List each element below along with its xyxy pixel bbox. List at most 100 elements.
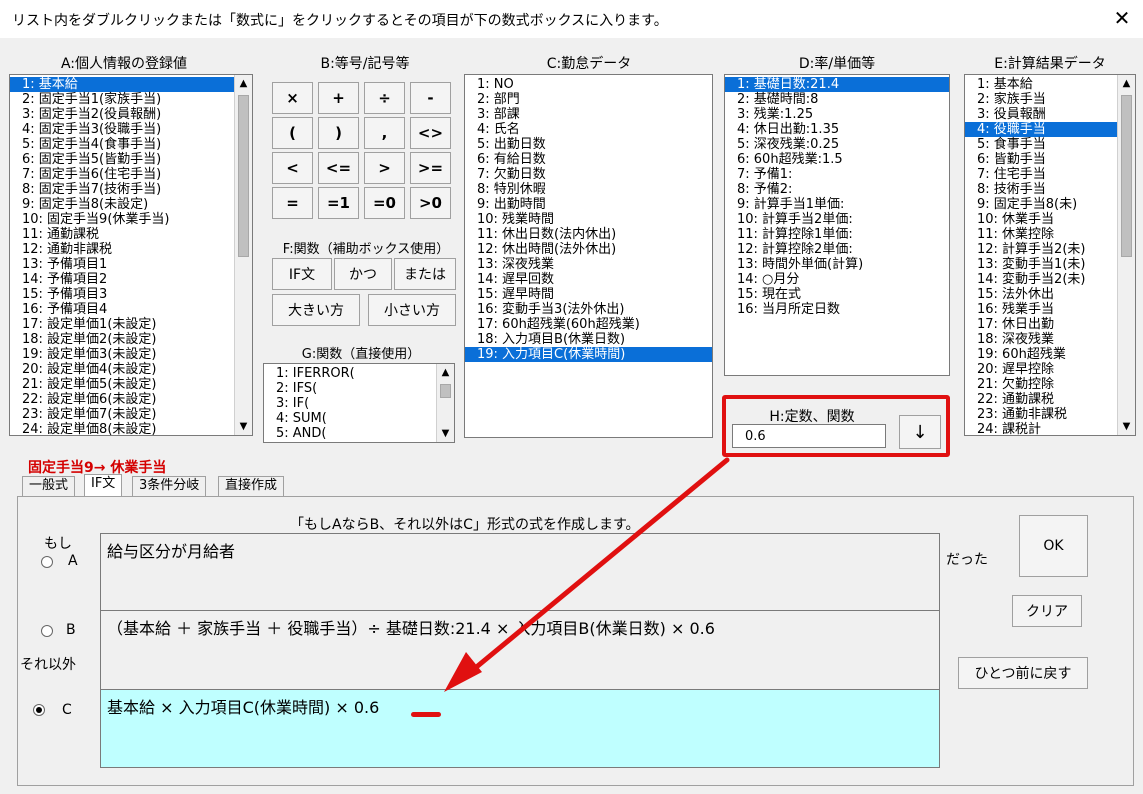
list-a-item[interactable]: 13: 予備項目1 [10,257,252,272]
and-function-button[interactable]: かつ [334,258,392,290]
ok-button[interactable]: OK [1019,515,1088,577]
list-e-item[interactable]: 6: 皆勤手当 [965,152,1135,167]
list-e-item[interactable]: 22: 通勤課税 [965,392,1135,407]
if-function-button[interactable]: IF文 [272,258,332,290]
list-c-attendance-data[interactable]: 1: NO 2: 部門 3: 部課 4: 氏名 5: 出勤日数 6: 有給日数 7: 欠勤日… [464,74,713,438]
list-a-item[interactable]: 4: 固定手当3(役職手当) [10,122,252,137]
list-a-item[interactable]: 5: 固定手当4(食事手当) [10,137,252,152]
undo-button[interactable]: ひとつ前に戻す [958,657,1088,689]
list-d-item[interactable]: 4: 休日出勤:1.35 [725,122,949,137]
list-a-item[interactable]: 15: 予備項目3 [10,287,252,302]
list-a-item[interactable]: 23: 設定単価7(未設定) [10,407,252,422]
operator-button[interactable]: <= [318,152,359,184]
list-c-item[interactable]: 3: 部課 [465,107,712,122]
list-c-item[interactable]: 8: 特別休暇 [465,182,712,197]
list-a-item[interactable]: 2: 固定手当1(家族手当) [10,92,252,107]
operator-button[interactable]: ) [318,117,359,149]
operator-button[interactable]: × [272,82,313,114]
list-c-item[interactable]: 9: 出勤時間 [465,197,712,212]
tab-three-branch[interactable]: 3条件分岐 [132,476,207,496]
tab-direct[interactable]: 直接作成 [218,476,285,496]
operator-button[interactable]: ( [272,117,313,149]
list-d-item[interactable]: 3: 残業:1.25 [725,107,949,122]
list-c-item[interactable]: 13: 深夜残業 [465,257,712,272]
list-a-item[interactable]: 8: 固定手当7(技術手当) [10,182,252,197]
or-function-button[interactable]: または [394,258,456,290]
list-c-item[interactable]: 17: 60h超残業(60h超残業) [465,317,712,332]
list-a-item[interactable]: 14: 予備項目2 [10,272,252,287]
list-e-item[interactable]: 15: 法外休出 [965,287,1135,302]
list-d-item[interactable]: 13: 時間外単価(計算) [725,257,949,272]
list-a-item[interactable]: 1: 基本給 [10,77,252,92]
list-e-item[interactable]: 21: 欠勤控除 [965,377,1135,392]
list-a-item[interactable]: 22: 設定単価6(未設定) [10,392,252,407]
scroll-down-icon[interactable]: ▼ [437,425,454,442]
list-e-item[interactable]: 20: 遅早控除 [965,362,1135,377]
list-c-item[interactable]: 2: 部門 [465,92,712,107]
list-e-item[interactable]: 23: 通勤非課税 [965,407,1135,422]
list-g-item[interactable]: 4: SUM( [264,411,454,426]
operator-button[interactable]: =1 [318,187,359,219]
list-a-item[interactable]: 19: 設定単価3(未設定) [10,347,252,362]
list-e-item[interactable]: 10: 休業手当 [965,212,1135,227]
list-g-item[interactable]: 5: AND( [264,426,454,441]
list-c-item[interactable]: 18: 入力項目B(休業日数) [465,332,712,347]
list-d-item[interactable]: 11: 計算控除1単価: [725,227,949,242]
list-c-item[interactable]: 10: 残業時間 [465,212,712,227]
operator-button[interactable]: = [272,187,313,219]
list-a-item[interactable]: 20: 設定単価4(未設定) [10,362,252,377]
list-a-item[interactable]: 3: 固定手当2(役員報酬) [10,107,252,122]
max-function-button[interactable]: 大きい方 [272,294,360,326]
list-a-item[interactable]: 21: 設定単価5(未設定) [10,377,252,392]
operator-button[interactable]: - [410,82,451,114]
list-e-calc-results[interactable]: 1: 基本給 2: 家族手当 3: 役員報酬 4: 役職手当 5: 食事手当 6: 皆勤手… [964,74,1136,436]
list-e-item[interactable]: 7: 住宅手当 [965,167,1135,182]
list-e-item[interactable]: 4: 役職手当 [965,122,1135,137]
operator-button[interactable]: =0 [364,187,405,219]
operator-button[interactable]: + [318,82,359,114]
scroll-up-icon[interactable]: ▲ [235,75,252,92]
list-a-item[interactable]: 18: 設定単価2(未設定) [10,332,252,347]
list-d-item[interactable]: 1: 基礎日数:21.4 [725,77,949,92]
list-e-item[interactable]: 16: 残業手当 [965,302,1135,317]
list-e-item[interactable]: 12: 計算手当2(未) [965,242,1135,257]
list-a-item[interactable]: 11: 通勤課税 [10,227,252,242]
scroll-thumb[interactable] [440,384,451,398]
list-g-item[interactable]: 2: IFS( [264,381,454,396]
clear-button[interactable]: クリア [1012,595,1082,627]
list-e-item[interactable]: 13: 変動手当1(未) [965,257,1135,272]
list-c-item[interactable]: 11: 休出日数(法内休出) [465,227,712,242]
formula-b-box[interactable]: （基本給 ＋ 家族手当 ＋ 役職手当）÷ 基礎日数:21.4 × 入力項目B(休… [100,610,940,690]
scroll-up-icon[interactable]: ▲ [1118,75,1135,92]
operator-button[interactable]: <> [410,117,451,149]
list-c-item[interactable]: 16: 変動手当3(法外休出) [465,302,712,317]
list-d-item[interactable]: 14: ○月分 [725,272,949,287]
scroll-thumb[interactable] [1121,95,1132,257]
list-c-item[interactable]: 1: NO [465,77,712,92]
list-e-item[interactable]: 9: 固定手当8(未) [965,197,1135,212]
operator-button[interactable]: >= [410,152,451,184]
list-c-item[interactable]: 15: 遅早時間 [465,287,712,302]
list-d-item[interactable]: 16: 当月所定日数 [725,302,949,317]
list-c-item[interactable]: 4: 氏名 [465,122,712,137]
tab-general[interactable]: 一般式 [22,476,76,496]
scroll-thumb[interactable] [238,95,249,257]
list-a-item[interactable]: 7: 固定手当6(住宅手当) [10,167,252,182]
scroll-down-icon[interactable]: ▼ [235,418,252,435]
list-a-item[interactable]: 17: 設定単価1(未設定) [10,317,252,332]
formula-c-box[interactable]: 基本給 × 入力項目C(休業時間) × 0.6 [100,689,940,768]
list-d-item[interactable]: 15: 現在式 [725,287,949,302]
list-a-item[interactable]: 12: 通勤非課税 [10,242,252,257]
list-d-item[interactable]: 10: 計算手当2単価: [725,212,949,227]
close-icon[interactable]: ✕ [1108,4,1136,32]
min-function-button[interactable]: 小さい方 [368,294,456,326]
list-d-item[interactable]: 12: 計算控除2単価: [725,242,949,257]
list-a-item[interactable]: 10: 固定手当9(休業手当) [10,212,252,227]
operator-button[interactable]: >0 [410,187,451,219]
list-e-item[interactable]: 3: 役員報酬 [965,107,1135,122]
list-a-scrollbar[interactable]: ▲ ▼ [234,75,252,435]
list-e-item[interactable]: 17: 休日出勤 [965,317,1135,332]
list-d-item[interactable]: 6: 60h超残業:1.5 [725,152,949,167]
radio-c[interactable] [33,704,45,716]
operator-button[interactable]: > [364,152,405,184]
